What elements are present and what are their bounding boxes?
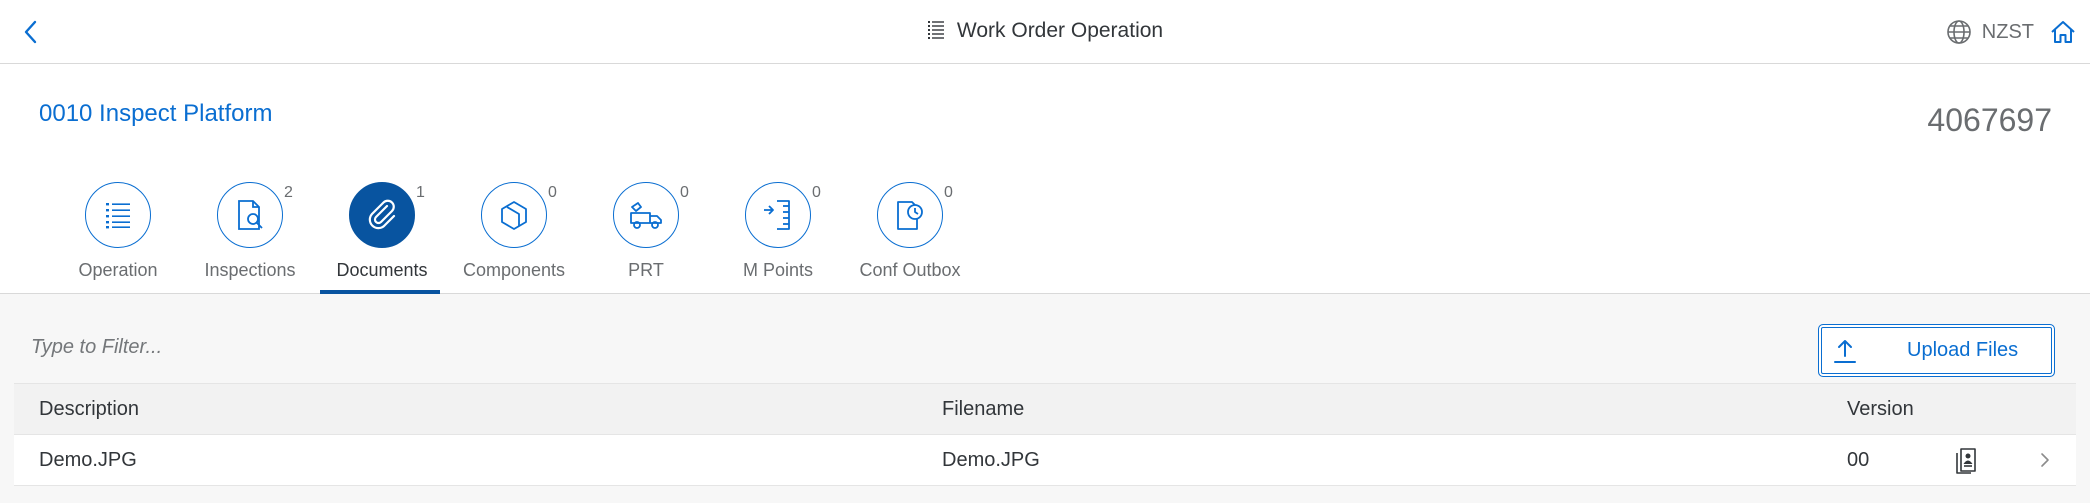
home-button[interactable] — [2046, 15, 2080, 49]
chevron-right-icon — [2041, 453, 2049, 467]
icon-tab-bar: Operation 2 Inspections 1 Documents 0 Co… — [52, 182, 976, 294]
column-header-version: Version — [1847, 397, 1914, 420]
tab-label: Components — [462, 260, 566, 280]
paperclip-icon — [368, 199, 396, 230]
tab-label: M Points — [742, 260, 814, 280]
column-header-description: Description — [39, 397, 140, 420]
region-selector[interactable]: NZST — [1946, 19, 2034, 45]
tab-operation[interactable]: Operation — [52, 182, 184, 294]
inspection-icon — [238, 200, 263, 230]
filter-input[interactable] — [14, 322, 1214, 372]
column-header-filename: Filename — [942, 397, 1025, 420]
tab-count: 2 — [284, 184, 293, 201]
table-header: Description Filename Version — [14, 383, 2076, 435]
tab-label: Conf Outbox — [859, 260, 961, 280]
documents-table: Description Filename Version Demo.JPG De… — [14, 383, 2076, 486]
tab-count: 0 — [812, 184, 821, 201]
cell-description: Demo.JPG — [39, 448, 137, 471]
app-title: Work Order Operation — [956, 19, 1164, 42]
tab-label: Inspections — [204, 260, 296, 280]
tab-components[interactable]: 0 Components — [448, 182, 580, 294]
tab-m-points[interactable]: 0 M Points — [712, 182, 844, 294]
tab-conf-outbox[interactable]: 0 Conf Outbox — [844, 182, 976, 294]
tab-count: 0 — [944, 184, 953, 201]
tab-prt[interactable]: 0 PRT — [580, 182, 712, 294]
outbox-clock-icon — [897, 201, 923, 230]
tab-documents[interactable]: 1 Documents — [316, 182, 448, 294]
component-icon — [501, 201, 527, 230]
upload-icon — [1834, 339, 1856, 363]
row-navigation[interactable] — [2040, 435, 2050, 485]
list-icon — [106, 203, 130, 229]
tool-truck-icon — [630, 202, 662, 229]
attachment-action[interactable] — [1954, 435, 1982, 485]
attachment-document-icon — [1956, 448, 1976, 474]
order-number: 4067697 — [1927, 102, 2052, 138]
upload-files-button[interactable]: Upload Files — [1818, 324, 2055, 377]
cell-filename: Demo.JPG — [942, 448, 1040, 471]
tab-count: 0 — [548, 184, 557, 201]
operation-title-link[interactable]: 0010 Inspect Platform — [39, 100, 272, 128]
app-title-area: Work Order Operation — [0, 19, 2090, 48]
tab-label: Operation — [78, 260, 158, 280]
tab-label: PRT — [628, 260, 664, 280]
shell-bar: Work Order Operation NZST — [0, 0, 2090, 64]
globe-icon — [1946, 20, 1971, 44]
list-icon — [927, 21, 944, 39]
tab-inspections[interactable]: 2 Inspections — [184, 182, 316, 294]
table-row[interactable]: Demo.JPG Demo.JPG 00 — [14, 435, 2076, 486]
object-header: 0010 Inspect Platform 4067697 Operation — [0, 64, 2090, 294]
active-tab-indicator — [320, 290, 440, 294]
home-icon — [2051, 21, 2075, 43]
tab-count: 1 — [416, 184, 425, 201]
cell-version: 00 — [1847, 448, 1870, 471]
tab-count: 0 — [680, 184, 689, 201]
tab-label: Documents — [336, 260, 428, 280]
upload-files-label: Upload Files — [1907, 339, 2019, 361]
measure-point-icon — [764, 200, 790, 230]
region-label: NZST — [1981, 20, 2034, 43]
